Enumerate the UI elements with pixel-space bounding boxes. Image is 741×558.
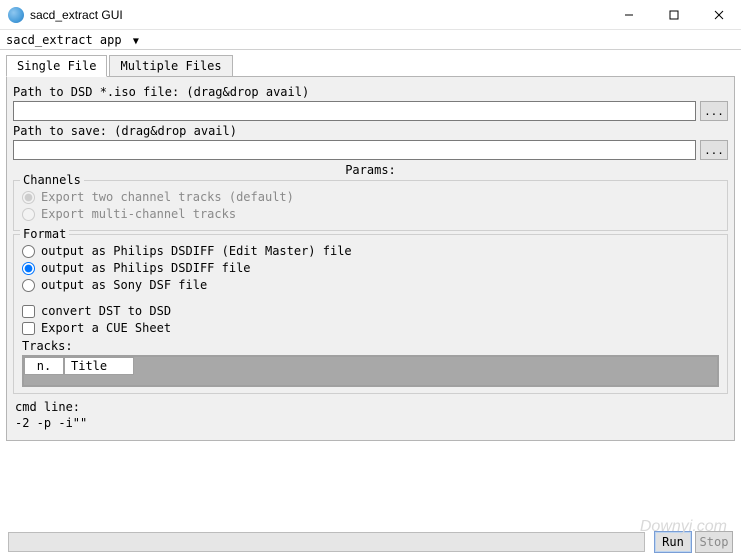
iso-browse-button[interactable]: ... xyxy=(700,101,728,121)
cmdline-value: -2 -p -i"" xyxy=(15,416,726,430)
close-button[interactable] xyxy=(696,0,741,30)
checkbox-export-cue-label: Export a CUE Sheet xyxy=(41,321,171,335)
maximize-button[interactable] xyxy=(651,0,696,30)
radio-sony-dsf-label: output as Sony DSF file xyxy=(41,278,207,292)
save-browse-button[interactable]: ... xyxy=(700,140,728,160)
app-menu-label: sacd_extract app xyxy=(6,33,122,47)
radio-two-channel-label: Export two channel tracks (default) xyxy=(41,190,294,204)
stop-button: Stop xyxy=(695,531,733,553)
checkbox-convert-dst[interactable] xyxy=(22,305,35,318)
app-menu[interactable]: sacd_extract app ▼ xyxy=(6,33,139,47)
save-path-label: Path to save: (drag&drop avail) xyxy=(13,124,728,138)
radio-dsdiff-edit-master[interactable] xyxy=(22,245,35,258)
radio-multi-channel-label: Export multi-channel tracks xyxy=(41,207,236,221)
radio-dsdiff-label: output as Philips DSDIFF file xyxy=(41,261,251,275)
menu-bar: sacd_extract app ▼ xyxy=(0,30,741,50)
tab-single-file[interactable]: Single File xyxy=(6,55,107,77)
window-title: sacd_extract GUI xyxy=(30,8,606,22)
checkbox-convert-dst-label: convert DST to DSD xyxy=(41,304,171,318)
window-controls xyxy=(606,0,741,30)
tracks-grid[interactable]: n. Title xyxy=(22,355,719,387)
tracks-col-n[interactable]: n. xyxy=(24,357,64,375)
bottom-bar: Run Stop xyxy=(8,531,733,553)
channels-group: Channels Export two channel tracks (defa… xyxy=(13,180,728,231)
save-path-input[interactable] xyxy=(13,140,696,160)
radio-multi-channel xyxy=(22,208,35,221)
tabs: Single File Multiple Files xyxy=(6,54,735,76)
iso-path-label: Path to DSD *.iso file: (drag&drop avail… xyxy=(13,85,728,99)
minimize-button[interactable] xyxy=(606,0,651,30)
run-button[interactable]: Run xyxy=(654,531,692,553)
params-label: Params: xyxy=(13,163,728,177)
format-group: Format output as Philips DSDIFF (Edit Ma… xyxy=(13,234,728,394)
app-icon xyxy=(8,7,24,23)
progress-bar xyxy=(8,532,645,552)
checkbox-export-cue[interactable] xyxy=(22,322,35,335)
chevron-down-icon: ▼ xyxy=(133,36,139,47)
format-legend: Format xyxy=(20,227,69,241)
channels-legend: Channels xyxy=(20,173,84,187)
radio-sony-dsf[interactable] xyxy=(22,279,35,292)
iso-path-input[interactable] xyxy=(13,101,696,121)
tracks-col-title[interactable]: Title xyxy=(64,357,134,375)
cmdline-label: cmd line: xyxy=(15,400,726,414)
radio-two-channel xyxy=(22,191,35,204)
tracks-label: Tracks: xyxy=(22,339,719,353)
tab-multiple-files[interactable]: Multiple Files xyxy=(109,55,232,77)
title-bar: sacd_extract GUI xyxy=(0,0,741,30)
tab-panel-single: Path to DSD *.iso file: (drag&drop avail… xyxy=(6,76,735,441)
radio-dsdiff[interactable] xyxy=(22,262,35,275)
radio-dsdiff-edit-master-label: output as Philips DSDIFF (Edit Master) f… xyxy=(41,244,352,258)
